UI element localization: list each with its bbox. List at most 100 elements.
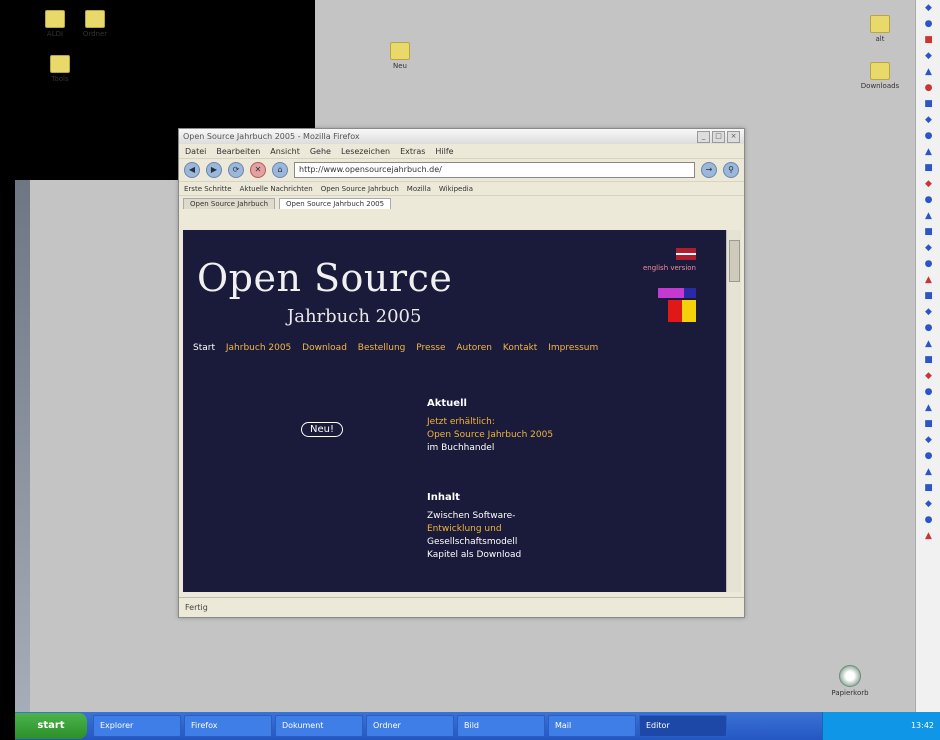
forward-button[interactable]: ▶ <box>206 162 222 178</box>
app-icon[interactable]: ■ <box>922 98 935 110</box>
site-nav-jahrbuch[interactable]: Jahrbuch 2005 <box>226 343 291 353</box>
tab-bar: Open Source Jahrbuch Open Source Jahrbuc… <box>179 196 744 209</box>
menu-item-view[interactable]: Ansicht <box>270 147 300 156</box>
app-icon[interactable]: ● <box>922 514 935 526</box>
desktop-icon-folder[interactable]: Tools <box>35 55 85 83</box>
vertical-scrollbar[interactable] <box>726 230 741 592</box>
desktop-icon-folder[interactable]: Ordner <box>70 10 120 38</box>
uk-flag-icon[interactable] <box>676 248 696 260</box>
app-icon[interactable]: ■ <box>922 162 935 174</box>
app-icon[interactable]: ▲ <box>922 466 935 478</box>
app-icon[interactable]: ▲ <box>922 210 935 222</box>
content-line: Zwischen Software- <box>427 511 516 521</box>
back-button[interactable]: ◀ <box>184 162 200 178</box>
app-icon[interactable]: ▲ <box>922 338 935 350</box>
menu-item-edit[interactable]: Bearbeiten <box>216 147 260 156</box>
app-icon[interactable]: ◆ <box>922 242 935 254</box>
app-icon[interactable]: ▲ <box>922 146 935 158</box>
app-icon[interactable]: ● <box>922 258 935 270</box>
home-button[interactable]: ⌂ <box>272 162 288 178</box>
taskbar-item[interactable]: Ordner <box>366 715 454 737</box>
app-icon[interactable]: ● <box>922 18 935 30</box>
app-icon[interactable]: ◆ <box>922 370 935 382</box>
url-input[interactable]: http://www.opensourcejahrbuch.de/ <box>294 162 695 178</box>
clock[interactable]: 13:42 <box>911 721 934 730</box>
taskbar-item[interactable]: Bild <box>457 715 545 737</box>
site-nav-kontakt[interactable]: Kontakt <box>503 343 537 353</box>
site-nav-download[interactable]: Download <box>302 343 347 353</box>
app-icon[interactable]: ◆ <box>922 434 935 446</box>
bookmark-item[interactable]: Mozilla <box>407 185 431 193</box>
menu-item-bookmarks[interactable]: Lesezeichen <box>341 147 390 156</box>
language-link[interactable]: english version <box>643 264 696 272</box>
desktop-icon-folder[interactable]: alt <box>855 15 905 43</box>
section-heading: Aktuell <box>427 398 467 409</box>
quick-launch-sidebar: ◆ ● ■ ◆ ▲ ● ■ ◆ ● ▲ ■ ◆ ● ▲ ■ ◆ ● ▲ ■ ◆ … <box>915 0 940 712</box>
close-button[interactable]: × <box>727 130 740 143</box>
app-icon[interactable]: ◆ <box>922 306 935 318</box>
reload-button[interactable]: ⟳ <box>228 162 244 178</box>
task-list: Explorer Firefox Dokument Ordner Bild Ma… <box>93 715 822 737</box>
desktop-icon-folder[interactable]: Downloads <box>855 62 905 90</box>
window-titlebar[interactable]: Open Source Jahrbuch 2005 - Mozilla Fire… <box>179 129 744 144</box>
app-icon[interactable]: ◆ <box>922 114 935 126</box>
app-icon[interactable]: ▲ <box>922 402 935 414</box>
app-icon[interactable]: ▲ <box>922 274 935 286</box>
site-nav-presse[interactable]: Presse <box>416 343 445 353</box>
app-icon[interactable]: ■ <box>922 226 935 238</box>
maximize-button[interactable]: □ <box>712 130 725 143</box>
site-nav-start[interactable]: Start <box>193 343 215 353</box>
app-icon[interactable]: ● <box>922 450 935 462</box>
app-icon[interactable]: ■ <box>922 354 935 366</box>
desktop-icon-recycle-bin[interactable]: Papierkorb <box>825 665 875 697</box>
tab-open-source-jahrbuch[interactable]: Open Source Jahrbuch <box>183 198 276 209</box>
app-icon[interactable]: ◆ <box>922 50 935 62</box>
site-nav-impressum[interactable]: Impressum <box>548 343 598 353</box>
app-icon[interactable]: ▲ <box>922 530 935 542</box>
taskbar-item[interactable]: Editor <box>639 715 727 737</box>
taskbar-item[interactable]: Explorer <box>93 715 181 737</box>
start-button[interactable]: start <box>15 713 87 739</box>
news-line[interactable]: Open Source Jahrbuch 2005 <box>427 430 553 440</box>
app-icon[interactable]: ■ <box>922 418 935 430</box>
app-icon[interactable]: ◆ <box>922 498 935 510</box>
app-icon[interactable]: ● <box>922 130 935 142</box>
app-icon[interactable]: ▲ <box>922 66 935 78</box>
app-icon[interactable]: ● <box>922 82 935 94</box>
app-icon[interactable]: ■ <box>922 482 935 494</box>
content-line[interactable]: Entwicklung und <box>427 524 521 534</box>
app-icon[interactable]: ■ <box>922 34 935 46</box>
site-logo <box>658 288 698 324</box>
site-nav-bestellung[interactable]: Bestellung <box>358 343 406 353</box>
desktop-icon-folder[interactable]: Neu <box>375 42 425 70</box>
new-badge-link[interactable]: Neu! <box>301 422 343 437</box>
app-icon[interactable]: ■ <box>922 290 935 302</box>
minimize-button[interactable]: _ <box>697 130 710 143</box>
taskbar-item[interactable]: Firefox <box>184 715 272 737</box>
app-icon[interactable]: ● <box>922 386 935 398</box>
go-button[interactable]: → <box>701 162 717 178</box>
content-line[interactable]: Kapitel als Download <box>427 550 521 560</box>
scrollbar-thumb[interactable] <box>729 240 740 282</box>
tab-open-source-jahrbuch-2005[interactable]: Open Source Jahrbuch 2005 <box>279 198 392 209</box>
menu-item-file[interactable]: Datei <box>185 147 206 156</box>
app-icon[interactable]: ● <box>922 322 935 334</box>
bookmark-item[interactable]: Aktuelle Nachrichten <box>240 185 313 193</box>
stop-button[interactable]: ✕ <box>250 162 266 178</box>
system-tray: 13:42 <box>822 712 940 740</box>
menu-item-go[interactable]: Gehe <box>310 147 331 156</box>
menu-item-help[interactable]: Hilfe <box>435 147 453 156</box>
taskbar-item[interactable]: Mail <box>548 715 636 737</box>
menu-item-tools[interactable]: Extras <box>400 147 425 156</box>
app-icon[interactable]: ◆ <box>922 2 935 14</box>
app-icon[interactable]: ◆ <box>922 178 935 190</box>
app-icon[interactable]: ● <box>922 194 935 206</box>
site-nav-autoren[interactable]: Autoren <box>456 343 492 353</box>
taskbar-item[interactable]: Dokument <box>275 715 363 737</box>
bookmark-item[interactable]: Erste Schritte <box>184 185 232 193</box>
search-icon[interactable]: ⚲ <box>723 162 739 178</box>
news-line[interactable]: Jetzt erhältlich: <box>427 417 553 427</box>
folder-icon <box>390 42 410 60</box>
bookmark-item[interactable]: Open Source Jahrbuch <box>321 185 399 193</box>
bookmark-item[interactable]: Wikipedia <box>439 185 473 193</box>
